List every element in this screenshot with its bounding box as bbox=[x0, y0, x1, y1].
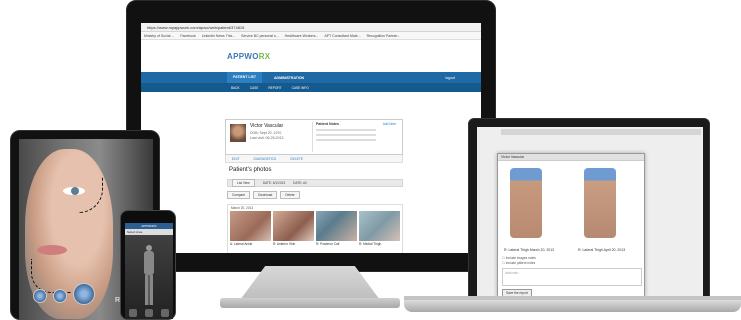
bookmark-item[interactable]: APT Consultant Mate... bbox=[324, 32, 360, 39]
date-from-select[interactable]: DATE: 6/1/2013 bbox=[263, 181, 285, 185]
thumbnail-label: R: Medial Thigh bbox=[359, 242, 382, 246]
note-textarea[interactable]: Add note... bbox=[502, 268, 642, 286]
phone-tab-icon[interactable] bbox=[145, 309, 153, 317]
bookmark-item[interactable]: Service BC personal s... bbox=[241, 32, 279, 39]
patient-last-visit: Last visit: 06-25-2013 bbox=[250, 136, 284, 140]
tool-button-icon[interactable] bbox=[53, 289, 67, 303]
subnav-case[interactable]: CASE bbox=[250, 86, 259, 90]
laptop-base bbox=[404, 300, 741, 312]
phone-tab-icon[interactable] bbox=[161, 309, 169, 317]
phone-subtitle: Select Area bbox=[125, 229, 173, 235]
address-bar[interactable]: https://www.myappwork.com/apwo/web/patie… bbox=[141, 23, 481, 32]
sub-nav: BACK CASE REPORT CASE INFO bbox=[141, 83, 481, 92]
compare-modal: Victor Vascular R: Lateral Thigh March 2… bbox=[497, 153, 645, 297]
compare-photo-left[interactable] bbox=[510, 168, 542, 238]
photo-thumbnail[interactable] bbox=[230, 211, 271, 241]
thumbnail-row bbox=[228, 211, 402, 241]
app-header: APPWORX bbox=[141, 40, 481, 72]
patient-notes: Patient Notes Add Note bbox=[312, 122, 398, 152]
phone-tab-icon[interactable] bbox=[129, 309, 137, 317]
photo-thumbnail[interactable] bbox=[316, 211, 357, 241]
app-logo[interactable]: APPWORX bbox=[227, 52, 270, 61]
patient-meta: DOB: Sept 20, 1970 Last visit: 06-25-201… bbox=[250, 131, 283, 141]
patient-name: Victor Vascular bbox=[250, 123, 284, 129]
tab-administration[interactable]: ADMINISTRATION bbox=[274, 76, 304, 80]
thumbnail-label: R: Posterior Calf bbox=[316, 242, 340, 246]
date-to-select[interactable]: DATE: All bbox=[293, 181, 306, 185]
delete-photos-button[interactable]: Delete bbox=[280, 191, 300, 199]
bookmark-item[interactable]: Recognition Partner... bbox=[367, 32, 401, 39]
subnav-report[interactable]: REPORT bbox=[268, 86, 281, 90]
body-legs bbox=[145, 275, 153, 305]
compare-button[interactable]: Compare bbox=[227, 191, 251, 199]
logout-link[interactable]: logout bbox=[445, 76, 455, 80]
photo-gallery: March 20, 2013 A: Lateral Ankle R: Anter… bbox=[227, 204, 403, 253]
list-view-button[interactable]: List View bbox=[232, 179, 255, 187]
include-patient-notes-checkbox[interactable]: ☐ Include patient notes bbox=[502, 261, 536, 266]
delete-button[interactable]: DELETE bbox=[290, 157, 303, 161]
background-header bbox=[501, 129, 701, 135]
camera-button-icon[interactable] bbox=[73, 283, 95, 305]
add-note-link[interactable]: Add Note bbox=[383, 122, 396, 126]
main-nav: PATIENT LIST ADMINISTRATION logout bbox=[141, 72, 481, 83]
photo-thumbnail[interactable] bbox=[359, 211, 400, 241]
bookmarks-bar: Ministry of Social ... Facebook LinkedIn… bbox=[141, 32, 481, 40]
photo-buttons: Compare Download Delete bbox=[227, 191, 300, 199]
patient-card: Victor Vascular DOB: Sept 20, 1970 Last … bbox=[225, 119, 403, 155]
smartphone: APPWORX Select Area bbox=[120, 210, 176, 320]
photos-title: Patient's photos bbox=[229, 167, 272, 173]
thumbnail-label: A: Lateral Ankle bbox=[230, 242, 253, 246]
download-button[interactable]: Download bbox=[253, 191, 278, 199]
phone-screen: APPWORX Select Area bbox=[125, 223, 173, 319]
tool-button-icon[interactable] bbox=[33, 289, 47, 303]
report-options: ☐ Include images notes ☐ Include patient… bbox=[502, 256, 536, 266]
subnav-case-info[interactable]: CASE INFO bbox=[292, 86, 309, 90]
bookmark-item[interactable]: LinkedIn News This... bbox=[202, 32, 235, 39]
laptop-screen: Victor Vascular R: Lateral Thigh March 2… bbox=[477, 127, 703, 297]
bookmark-item[interactable]: Facebook bbox=[180, 32, 195, 39]
markup-line bbox=[31, 259, 71, 293]
note-line bbox=[316, 134, 376, 136]
tab-patient-list[interactable]: PATIENT LIST bbox=[227, 72, 263, 83]
modal-title: Victor Vascular bbox=[498, 154, 644, 161]
diagnostics-button[interactable]: DIAGNOSTICS bbox=[254, 157, 277, 161]
tablet-toolbar bbox=[33, 283, 95, 305]
edit-button[interactable]: EDIT bbox=[232, 157, 240, 161]
desktop-screen: https://www.myappwork.com/apwo/web/patie… bbox=[141, 23, 481, 253]
iris-shape bbox=[71, 187, 79, 195]
subnav-back[interactable]: BACK bbox=[231, 86, 240, 90]
thumbnail-labels: A: Lateral Ankle R: Anterior Shin R: Pos… bbox=[228, 241, 402, 246]
compare-caption-right: R: Lateral Thigh April 20, 2013 bbox=[578, 248, 626, 252]
compare-caption-left: R: Lateral Thigh March 20, 2013 bbox=[504, 248, 555, 252]
note-line bbox=[316, 139, 376, 141]
laptop: Victor Vascular R: Lateral Thigh March 2… bbox=[468, 118, 710, 298]
photo-filter: List View DATE: 6/1/2013 DATE: All bbox=[227, 179, 403, 187]
bookmark-item[interactable]: Healthcare Workers... bbox=[285, 32, 319, 39]
patient-actions: EDIT DIAGNOSTICS DELETE bbox=[225, 155, 403, 163]
desktop-monitor: https://www.myappwork.com/apwo/web/patie… bbox=[126, 0, 496, 272]
device-showcase: https://www.myappwork.com/apwo/web/patie… bbox=[0, 0, 741, 320]
thumbnail-label: R: Anterior Shin bbox=[273, 242, 296, 246]
photo-thumbnail[interactable] bbox=[273, 211, 314, 241]
body-map[interactable] bbox=[142, 245, 156, 305]
lips-shape bbox=[37, 245, 67, 255]
monitor-base bbox=[220, 298, 400, 308]
compare-photo-right[interactable] bbox=[584, 168, 616, 238]
note-line bbox=[316, 129, 376, 131]
avatar bbox=[230, 124, 246, 142]
bookmark-item[interactable]: Ministry of Social ... bbox=[144, 32, 174, 39]
body-torso bbox=[144, 251, 154, 275]
